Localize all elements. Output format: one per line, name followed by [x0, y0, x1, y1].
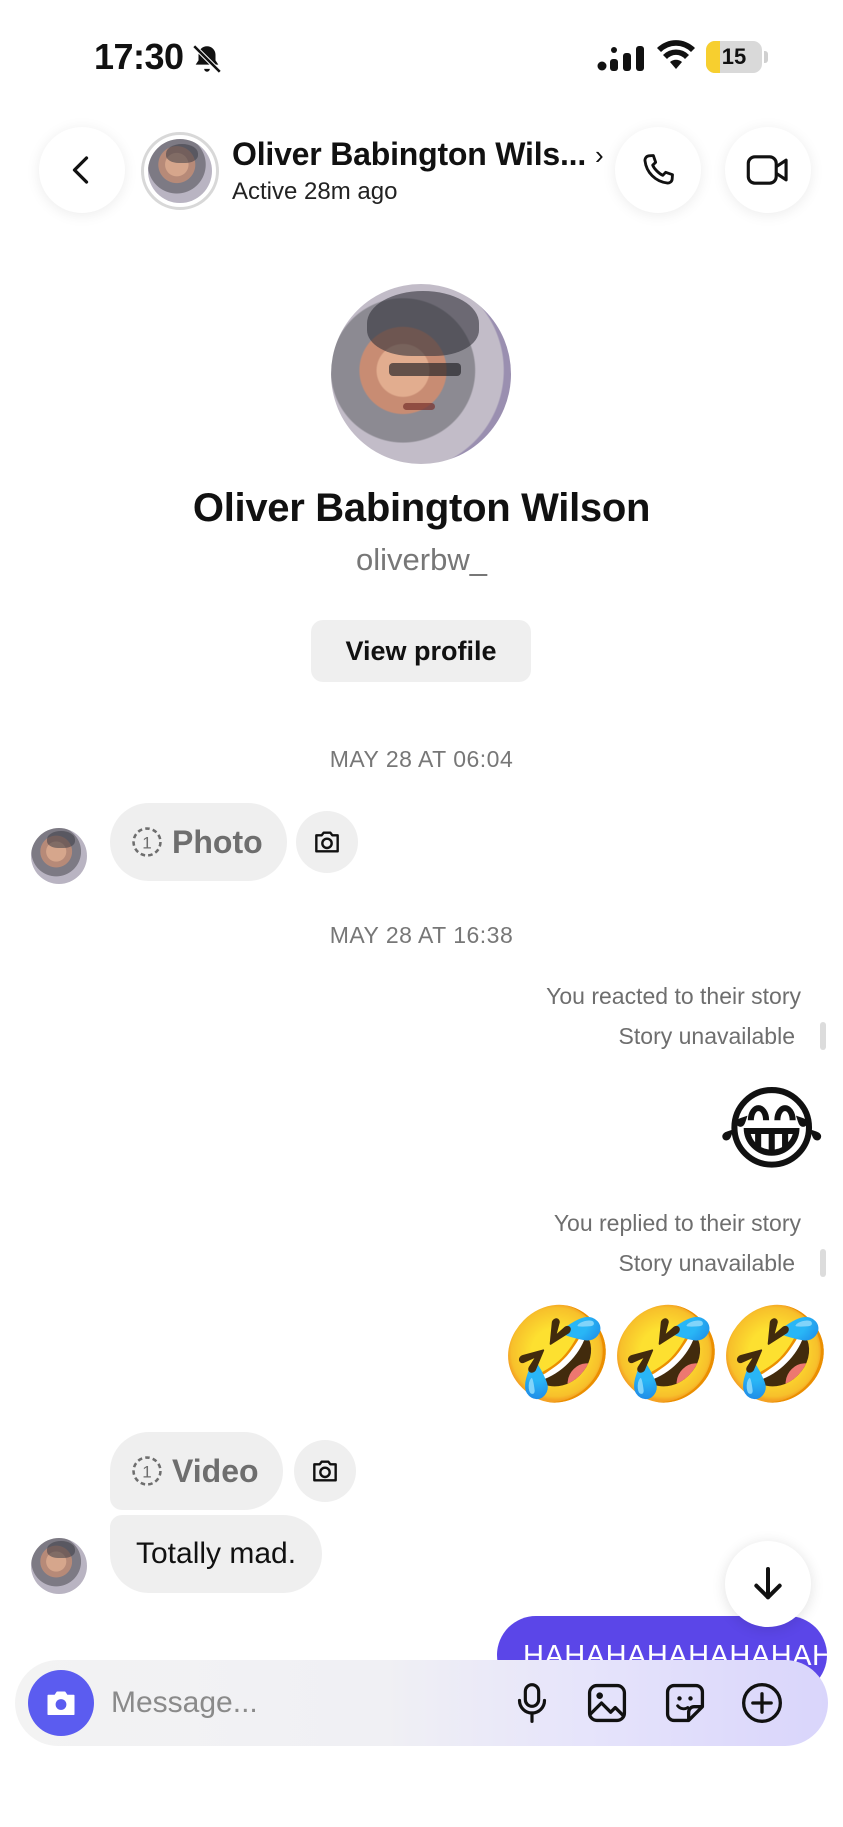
scroll-to-bottom-button[interactable] [725, 1541, 811, 1627]
audio-call-button[interactable] [615, 127, 701, 213]
microphone-button[interactable] [510, 1681, 554, 1725]
back-icon [72, 156, 89, 184]
story-reply-bar [820, 1249, 826, 1277]
reply-emoji[interactable]: 🤣 [718, 1305, 833, 1405]
story-reply-bar [820, 1022, 826, 1050]
message-composer [15, 1660, 828, 1746]
video-call-button[interactable] [725, 127, 811, 213]
message-input[interactable] [111, 1678, 411, 1728]
sticker-icon [665, 1683, 705, 1723]
camera-icon [47, 1691, 75, 1715]
message-timestamp: MAY 28 AT 06:04 [329, 746, 514, 772]
plus-circle-icon [742, 1683, 782, 1723]
battery-percent: 15 [721, 44, 747, 69]
reaction-emoji[interactable]: 😂 [718, 1080, 826, 1180]
camera-icon [313, 1460, 337, 1482]
reply-emoji[interactable]: 🤣 [609, 1305, 724, 1405]
bell-off-icon [192, 44, 222, 74]
story-unavailable-label[interactable]: Story unavailable [619, 1023, 795, 1050]
received-message[interactable]: Totally mad. [110, 1515, 323, 1593]
sticker-button[interactable] [663, 1681, 707, 1725]
story-reply-note: You replied to their story [553, 1210, 801, 1236]
view-once-icon: 1 [132, 827, 162, 857]
sender-avatar[interactable] [31, 828, 87, 884]
composer-camera-button[interactable] [28, 1670, 94, 1736]
message-timestamp: MAY 28 AT 16:38 [329, 922, 514, 948]
back-button[interactable] [39, 127, 125, 213]
sender-avatar[interactable] [31, 1538, 87, 1594]
view-once-photo-message[interactable]: 1 Photo [110, 803, 287, 881]
header-contact-name[interactable]: Oliver Babington Wils... [232, 136, 586, 173]
photo-label: Photo [172, 823, 263, 860]
video-camera-icon [746, 155, 788, 185]
more-options-button[interactable] [740, 1681, 784, 1725]
header-avatar[interactable] [141, 132, 219, 210]
chat-header: Oliver Babington Wils... › Active 28m ag… [0, 110, 843, 260]
story-reaction-note: You reacted to their story [546, 983, 801, 1009]
header-active-status: Active 28m ago [232, 178, 398, 205]
profile-avatar[interactable] [331, 284, 511, 464]
svg-text:1: 1 [142, 833, 151, 852]
view-once-icon: 1 [132, 1456, 162, 1486]
arrow-down-icon [754, 1567, 782, 1600]
profile-handle: oliverbw_ [356, 542, 487, 577]
gallery-icon [587, 1683, 627, 1723]
status-bar: 17:30 15 [0, 0, 843, 110]
phone-icon [643, 154, 674, 185]
reply-camera-button[interactable] [294, 1440, 356, 1502]
battery-icon: 15 [706, 41, 768, 73]
view-once-video-message[interactable]: 1 Video [110, 1432, 283, 1510]
signal-icon [597, 46, 644, 71]
story-unavailable-label[interactable]: Story unavailable [619, 1250, 795, 1277]
gallery-button[interactable] [585, 1681, 629, 1725]
reply-camera-button[interactable] [296, 811, 358, 873]
camera-icon [315, 831, 339, 853]
microphone-icon [517, 1683, 547, 1723]
wifi-icon [657, 40, 695, 69]
status-time: 17:30 [94, 36, 184, 77]
svg-text:1: 1 [142, 1462, 151, 1481]
view-profile-button[interactable]: View profile [311, 620, 531, 682]
video-label: Video [172, 1452, 259, 1489]
profile-name: Oliver Babington Wilson [192, 486, 651, 530]
reply-emoji[interactable]: 🤣 [500, 1305, 615, 1405]
chevron-right-icon[interactable]: › [595, 140, 604, 171]
